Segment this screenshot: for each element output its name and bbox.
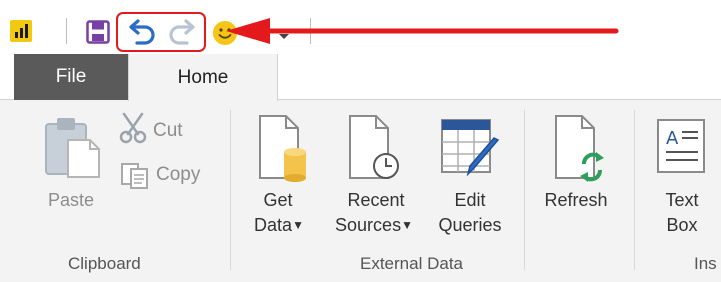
refresh-icon [555, 115, 604, 182]
edit-queries-label-line1: Edit [454, 190, 486, 210]
text-box-icon: A [657, 119, 705, 173]
recent-sources-label-line1: Recent [347, 190, 405, 210]
undo-redo-highlight-box [116, 12, 206, 52]
quick-access-toolbar [0, 0, 721, 54]
get-data-label-line2: Data▼ [254, 215, 304, 235]
group-separator [230, 110, 231, 270]
recent-sources-icon [349, 115, 399, 179]
tab-file[interactable]: File [14, 54, 128, 100]
text-box-label-line2: Box [666, 215, 698, 235]
clipboard-group-label: Clipboard [68, 254, 141, 273]
edit-queries-icon [441, 119, 500, 177]
group-separator [524, 110, 525, 270]
ribbon-tabs: File Home [0, 54, 721, 101]
red-callout-arrow-icon [226, 18, 619, 44]
dropdown-caret-icon: ▼ [401, 218, 413, 232]
external-data-group-label: External Data [360, 254, 463, 273]
paste-label: Paste [47, 190, 95, 210]
insert-group-label: Ins [694, 254, 717, 273]
get-data-icon [259, 115, 306, 182]
refresh-label: Refresh [544, 190, 608, 210]
power-bi-logo-icon [10, 20, 32, 42]
qat-separator [66, 18, 67, 44]
dropdown-caret-icon: ▼ [292, 218, 304, 232]
scissors-icon [119, 112, 147, 144]
edit-queries-label-line2: Queries [438, 215, 502, 235]
get-data-label-line1: Get [263, 190, 293, 210]
copy-label: Copy [156, 164, 201, 185]
copy-icon [121, 163, 148, 189]
tab-home[interactable]: Home [128, 54, 278, 101]
ribbon-home: Paste Cut Copy Clipboard Get Data▼ Recen… [0, 100, 721, 282]
recent-sources-label-line2: Sources▼ [335, 215, 413, 235]
text-box-label-line1: Text [665, 190, 699, 210]
save-icon[interactable] [86, 20, 110, 44]
paste-icon [45, 118, 100, 178]
cut-label: Cut [153, 120, 183, 141]
group-separator [634, 110, 635, 270]
svg-text:A: A [666, 128, 679, 149]
